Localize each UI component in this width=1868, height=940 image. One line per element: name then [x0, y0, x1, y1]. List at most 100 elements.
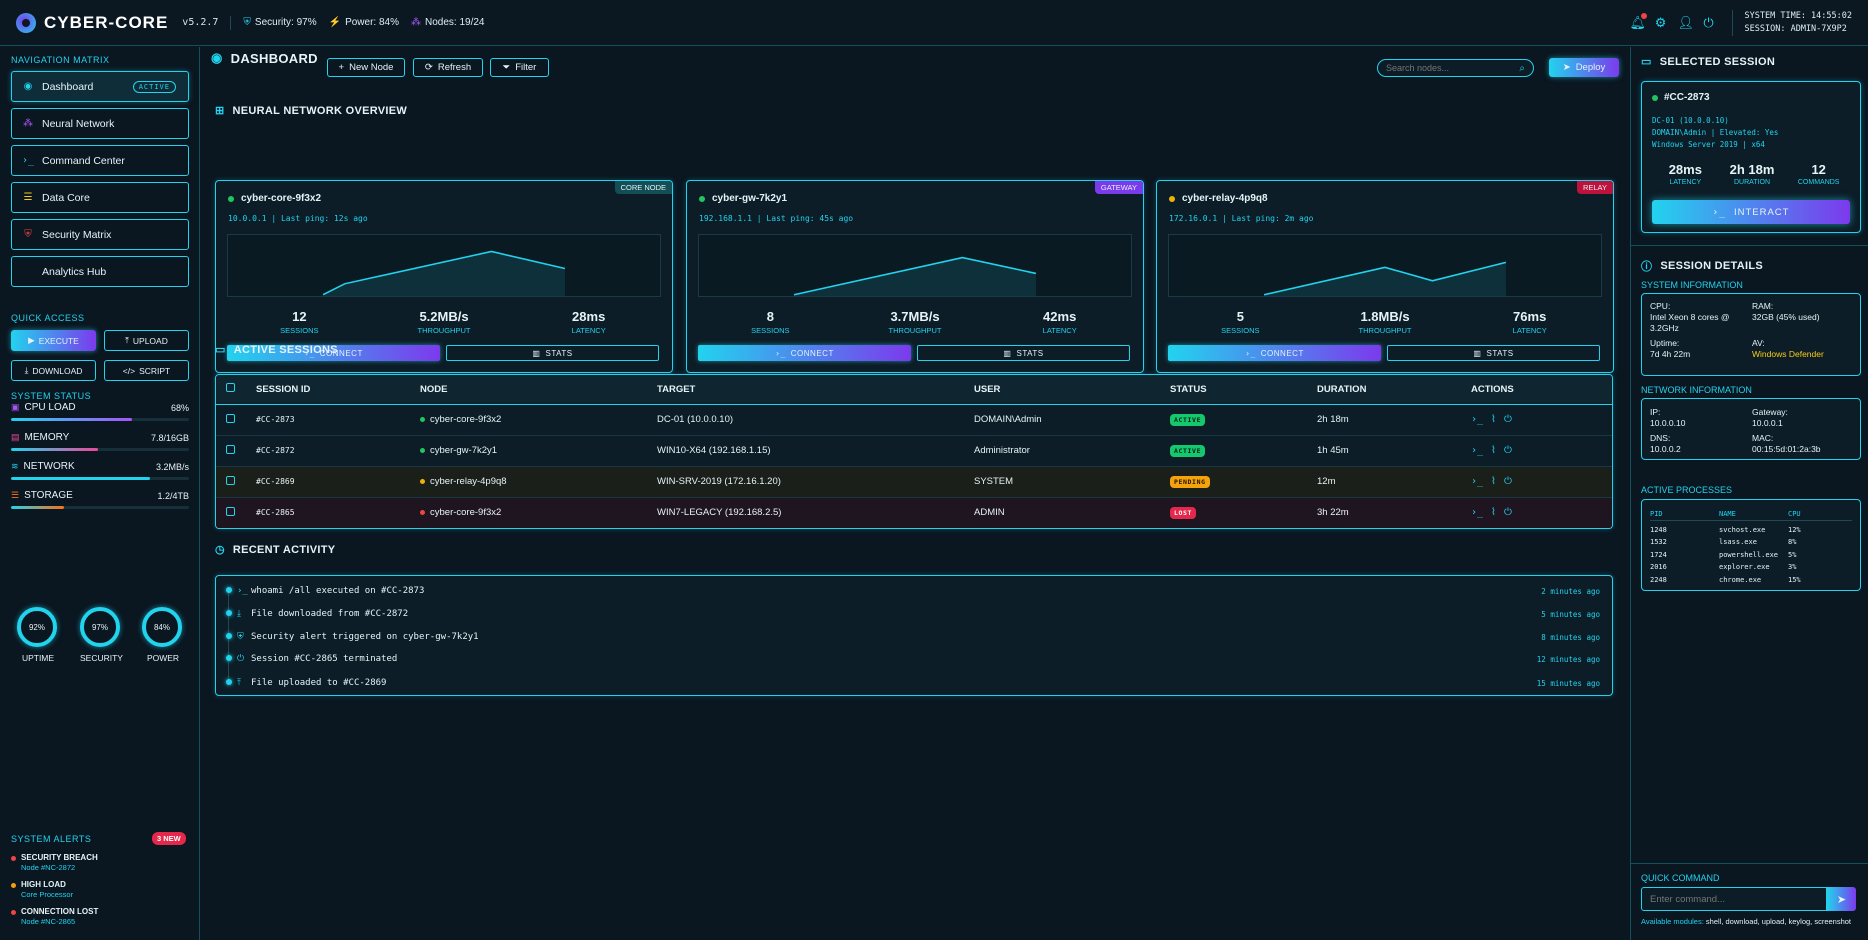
interact-button[interactable]: ›_ INTERACT [1652, 200, 1850, 224]
processes-card: PID NAME CPU 1248 svchost.exe 12% 1532 lsass.e… [1641, 499, 1861, 591]
rocket-icon: ➤ [1562, 62, 1571, 73]
row-checkbox[interactable] [226, 444, 235, 454]
alert-item[interactable]: CONNECTION LOST Node #NC-2865 [11, 907, 189, 927]
connect-button[interactable]: ›_ CONNECT [1168, 345, 1381, 361]
chart-icon[interactable]: ⌇ [1491, 445, 1496, 456]
wifi-icon: ≋ [11, 461, 19, 471]
bolt-icon: ⚡ [328, 17, 342, 28]
monitor-icon: ▭ [215, 344, 226, 356]
system-status-label: SYSTEM STATUS [11, 391, 92, 401]
nav-item-security-matrix[interactable]: ⛨ Security Matrix [11, 219, 189, 250]
process-row: 1532 lsass.exe 8% [1650, 538, 1797, 547]
table-row[interactable]: #CC-2869 cyber-relay-4p9q8 WIN-SRV-2019 … [216, 466, 1612, 498]
node-name: cyber-gw-7k2y1 [699, 193, 787, 204]
left-sidebar: NAVIGATION MATRIX ◉ Dashboard ACTIVE ⁂ N… [0, 47, 200, 940]
status-dot [228, 195, 234, 202]
alerts-label: SYSTEM ALERTS [11, 834, 92, 844]
status-badge: LOST [1170, 507, 1197, 519]
node-card[interactable]: RELAY cyber-relay-4p9q8 172.16.0.1 | Las… [1156, 180, 1614, 373]
session-info: DC-01 (10.0.0.10) DOMAIN\Admin | Elevated… [1652, 116, 1779, 149]
refresh-button[interactable]: ⟳ Refresh [413, 58, 483, 77]
terminal-icon: ›_ [22, 155, 35, 166]
refresh-icon: ⟳ [424, 62, 433, 73]
chart-icon[interactable]: ⌇ [1491, 476, 1496, 487]
bell-icon[interactable]: 🔔︎ [1630, 12, 1647, 30]
user-icon[interactable]: 👤︎ [1678, 15, 1695, 30]
power-icon[interactable]: ⏻ [1504, 445, 1512, 456]
node-ip: 10.0.0.1 | Last ping: 12s ago [228, 214, 368, 223]
row-checkbox[interactable] [226, 506, 235, 516]
actions-cell: ›_ ⌇ ⏻ [1471, 497, 1612, 528]
command-input[interactable] [1650, 893, 1820, 905]
terminal-icon[interactable]: ›_ [1471, 507, 1483, 518]
chart-icon[interactable]: ⌇ [1491, 414, 1496, 425]
alert-dot [11, 856, 16, 861]
power-icon[interactable]: ⏻ [1504, 414, 1512, 425]
stats-button[interactable]: ▥ STATS [446, 345, 659, 361]
alert-item[interactable]: SECURITY BREACH Node #NC-2872 [11, 853, 189, 873]
nav-item-command-center[interactable]: ›_ Command Center [11, 145, 189, 176]
memory-icon: ▤ [11, 432, 20, 442]
target-cell: WIN-SRV-2019 (172.16.1.20) [657, 466, 974, 498]
table-row[interactable]: #CC-2873 cyber-core-9f3x2 DC-01 (10.0.0.… [216, 404, 1612, 436]
upload-button[interactable]: ⤒ UPLOAD [104, 330, 189, 351]
power-icon[interactable]: ⏻ [1504, 507, 1512, 518]
session-id-cell: #CC-2869 [256, 466, 420, 498]
connect-button[interactable]: ›_ CONNECT [698, 345, 911, 361]
alert-item[interactable]: HIGH LOAD Core Processor [11, 880, 189, 900]
node-stats: 5 SESSIONS 1.8MB/s THROUGHPUT 76ms LATENCY [1221, 309, 1547, 335]
col-header: SESSION ID [256, 375, 420, 405]
send-button[interactable]: ➤ [1827, 887, 1856, 911]
network-icon: ⁂ [23, 118, 33, 129]
select-all-checkbox[interactable] [226, 383, 235, 393]
script-button[interactable]: </> SCRIPT [104, 360, 189, 381]
table-row[interactable]: #CC-2865 cyber-core-9f3x2 WIN7-LEGACY (1… [216, 497, 1612, 528]
process-row: 1724 powershell.exe 5% [1650, 550, 1797, 559]
gear-icon[interactable]: ⚙ [1654, 15, 1668, 30]
nav-item-neural-network[interactable]: ⁂ Neural Network [11, 108, 189, 139]
gauge-ring: 84% [142, 607, 182, 647]
search-box[interactable]: ⌕ [1377, 59, 1534, 77]
nav-item-dashboard[interactable]: ◉ Dashboard ACTIVE [11, 71, 189, 102]
stats-button[interactable]: ▥ STATS [1387, 345, 1600, 361]
process-row: 2248 chrome.exe 15% [1650, 575, 1801, 584]
node-card[interactable]: GATEWAY cyber-gw-7k2y1 192.168.1.1 | Las… [686, 180, 1144, 373]
deploy-button[interactable]: ➤ Deploy [1549, 58, 1619, 77]
terminal-icon[interactable]: ›_ [1471, 414, 1483, 425]
terminal-icon[interactable]: ›_ [1471, 445, 1483, 456]
chart-icon[interactable]: ⌇ [1491, 507, 1496, 518]
monitor-icon: ▭ [1641, 56, 1652, 68]
selected-session-title: ▭ SELECTED SESSION [1641, 55, 1776, 69]
row-checkbox[interactable] [226, 413, 235, 423]
download-icon: ⤓ [24, 365, 29, 375]
terminal-icon: ›_ [1245, 348, 1256, 358]
node-name: cyber-relay-4p9q8 [1169, 193, 1268, 204]
table-row[interactable]: #CC-2872 cyber-gw-7k2y1 WIN10-X64 (192.1… [216, 435, 1612, 467]
power-icon[interactable]: ⏻ [1702, 15, 1716, 30]
node-type-badge: GATEWAY [1094, 181, 1143, 194]
version-label: v5.2.7 [182, 17, 219, 28]
search-input[interactable] [1386, 63, 1511, 73]
session-id-cell: #CC-2873 [256, 404, 420, 436]
nav-item-analytics-hub[interactable]: Analytics Hub [11, 256, 189, 287]
activity-panel: ›_ whoami /all executed on #CC-2873 2 minu… [215, 575, 1613, 696]
terminal-icon: ›_ [237, 586, 248, 596]
stats-button[interactable]: ▥ STATS [917, 345, 1130, 361]
download-button[interactable]: ⤓ DOWNLOAD [11, 360, 96, 381]
alerts-badge: 3 NEW [152, 832, 186, 845]
status-cell: ACTIVE [1170, 435, 1317, 467]
sessions-table-panel: SESSION ID NODE TARGET USER STATUS DURAT… [215, 374, 1613, 529]
nav-item-data-core[interactable]: ☰ Data Core [11, 182, 189, 213]
filter-button[interactable]: ⏷ Filter [490, 58, 549, 77]
terminal-icon[interactable]: ›_ [1471, 476, 1483, 487]
search-icon[interactable]: ⌕ [1519, 63, 1525, 74]
row-checkbox[interactable] [226, 475, 235, 485]
network-icon: ⁂ [411, 17, 421, 28]
info-icon: ⓘ [1641, 261, 1653, 273]
new-node-button[interactable]: + New Node [327, 58, 405, 77]
status-bar [11, 506, 189, 509]
network-info-card: IP: 10.0.0.10 Gateway: 10.0.0.1 DNS: 10.0.0… [1641, 398, 1861, 460]
col-header: NODE [420, 375, 657, 405]
execute-button[interactable]: ▶ EXECUTE [11, 330, 96, 351]
power-icon[interactable]: ⏻ [1504, 476, 1512, 487]
